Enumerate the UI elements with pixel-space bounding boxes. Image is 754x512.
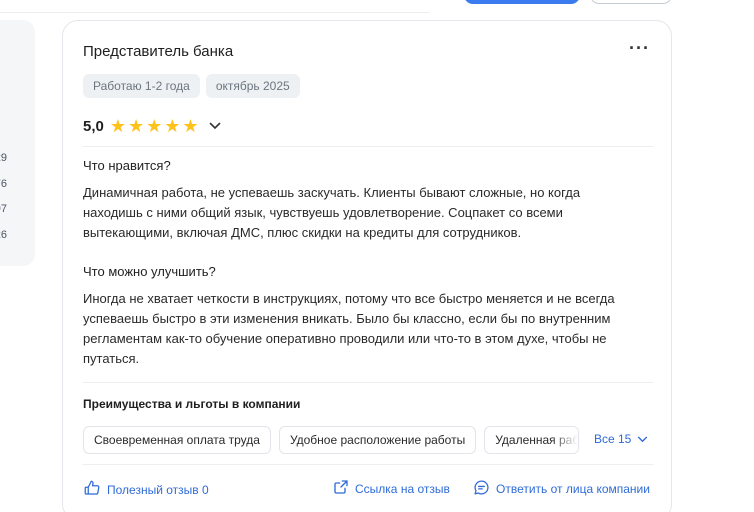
left-stat-value: 326 bbox=[0, 229, 7, 241]
left-stats-panel: 329 576 997 326 bbox=[0, 20, 35, 266]
more-icon[interactable]: ··· bbox=[629, 39, 650, 57]
show-all-benefits-button[interactable]: Все 15 bbox=[594, 432, 648, 446]
top-primary-button[interactable] bbox=[464, 0, 580, 4]
top-divider bbox=[0, 12, 430, 13]
chevron-down-icon bbox=[637, 432, 648, 446]
star-icon: ★ bbox=[164, 116, 181, 136]
useful-review-label: Полезный отзыв 0 bbox=[107, 482, 209, 497]
thumbs-up-icon bbox=[83, 479, 101, 500]
likes-text: Динамичная работа, не успеваешь заскучат… bbox=[83, 185, 581, 240]
star-icon: ★ bbox=[128, 116, 145, 136]
star-icon: ★ bbox=[182, 116, 199, 136]
link-icon bbox=[333, 479, 349, 498]
improve-heading: Что можно улучшить? bbox=[83, 264, 216, 279]
star-icon: ★ bbox=[146, 116, 163, 136]
top-secondary-button[interactable] bbox=[590, 0, 672, 4]
left-stat-value: 576 bbox=[0, 178, 7, 190]
improve-text: Иногда не хватает четкости в инструкциях… bbox=[83, 291, 615, 366]
review-link-button[interactable]: Ссылка на отзыв bbox=[333, 479, 450, 498]
likes-heading: Что нравится? bbox=[83, 158, 171, 173]
tag-date: октябрь 2025 bbox=[205, 74, 300, 98]
star-icon: ★ bbox=[109, 116, 126, 136]
rating-value: 5,0 bbox=[83, 117, 104, 135]
reply-as-company-label: Ответить от лица компании bbox=[496, 482, 650, 496]
review-actions: Полезный отзыв 0 Ссылка на отзыв Ответит… bbox=[83, 479, 653, 499]
chat-icon bbox=[473, 479, 490, 499]
benefits-heading: Преимущества и льготы в компании bbox=[83, 397, 301, 411]
useful-review-button[interactable]: Полезный отзыв 0 bbox=[83, 479, 209, 500]
left-stat-value: 329 bbox=[0, 152, 7, 164]
benefit-chip: Удобное расположение работы bbox=[278, 426, 477, 454]
review-title: Представитель банка bbox=[83, 43, 234, 60]
left-stat-value: 997 bbox=[0, 203, 7, 215]
reply-as-company-button[interactable]: Ответить от лица компании bbox=[473, 479, 650, 499]
tag-experience: Работаю 1-2 года bbox=[83, 74, 200, 98]
review-tags: Работаю 1-2 года октябрь 2025 bbox=[83, 74, 300, 98]
chevron-down-icon[interactable] bbox=[209, 117, 221, 135]
show-all-label: Все 15 bbox=[594, 432, 632, 446]
benefit-chip: Своевременная оплата труда bbox=[83, 426, 271, 454]
divider bbox=[83, 146, 653, 147]
rating: 5,0 ★ ★ ★ ★ ★ bbox=[83, 117, 221, 135]
review-card: Представитель банка ··· Работаю 1-2 года… bbox=[62, 20, 672, 512]
review-link-label: Ссылка на отзыв bbox=[355, 481, 450, 496]
benefits-list: Своевременная оплата труда Удобное распо… bbox=[83, 426, 653, 454]
divider bbox=[83, 464, 653, 465]
benefit-chip: Удаленная работа bbox=[484, 426, 580, 454]
divider bbox=[83, 382, 653, 383]
